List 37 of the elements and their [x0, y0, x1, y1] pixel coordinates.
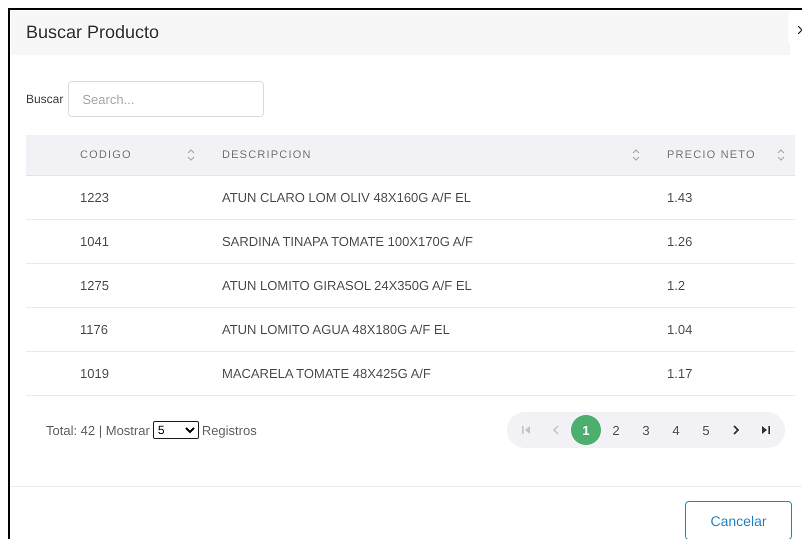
- page-size-select[interactable]: 5: [152, 421, 199, 439]
- table-cell: 1176: [26, 308, 205, 352]
- column-header[interactable]: PRECIO NETO: [650, 135, 795, 176]
- last-page-icon: [761, 425, 771, 435]
- table-cell: 1.26: [650, 220, 795, 264]
- table-cell: 1.17: [650, 352, 795, 396]
- chevron-left-icon: [552, 425, 560, 435]
- sort-icon[interactable]: [777, 148, 785, 162]
- table-cell: 1041: [26, 220, 205, 264]
- first-page-icon: [521, 425, 531, 435]
- page-button[interactable]: 4: [661, 415, 691, 445]
- table-cell: 1223: [26, 176, 205, 220]
- search-field[interactable]: Search...: [68, 81, 264, 117]
- table-cell: 1.2: [650, 264, 795, 308]
- column-header[interactable]: DESCRIPCION: [205, 135, 650, 176]
- page-button[interactable]: 2: [601, 415, 631, 445]
- table-cell: SARDINA TINAPA TOMATE 100X170G A/F: [205, 220, 650, 264]
- table-cell: MACARELA TOMATE 48X425G A/F: [205, 352, 650, 396]
- dialog-title: Buscar Producto: [26, 22, 160, 43]
- table-cell: 1.04: [650, 308, 795, 352]
- search-label: Buscar: [26, 92, 64, 106]
- table-cell: ATUN CLARO LOM OLIV 48X160G A/F EL: [205, 176, 650, 220]
- column-header[interactable]: CODIGO: [26, 135, 205, 176]
- table-cell: ATUN LOMITO AGUA 48X180G A/F EL: [205, 308, 650, 352]
- cancel-button[interactable]: Cancelar: [685, 501, 792, 539]
- page-button[interactable]: 3: [631, 415, 661, 445]
- sort-icon[interactable]: [187, 148, 195, 162]
- page-button[interactable]: 5: [691, 415, 721, 445]
- table-cell: 1275: [26, 264, 205, 308]
- table-cell: ATUN LOMITO GIRASOL 24X350G A/F EL: [205, 264, 650, 308]
- records-label: Registros: [202, 422, 257, 438]
- sort-icon[interactable]: [632, 148, 640, 162]
- table-cell: 1.43: [650, 176, 795, 220]
- chevron-right-icon: [732, 425, 740, 435]
- table-cell: 1019: [26, 352, 205, 396]
- total-label: Total: 42 | Mostrar: [46, 422, 150, 438]
- close-button[interactable]: [788, 12, 802, 44]
